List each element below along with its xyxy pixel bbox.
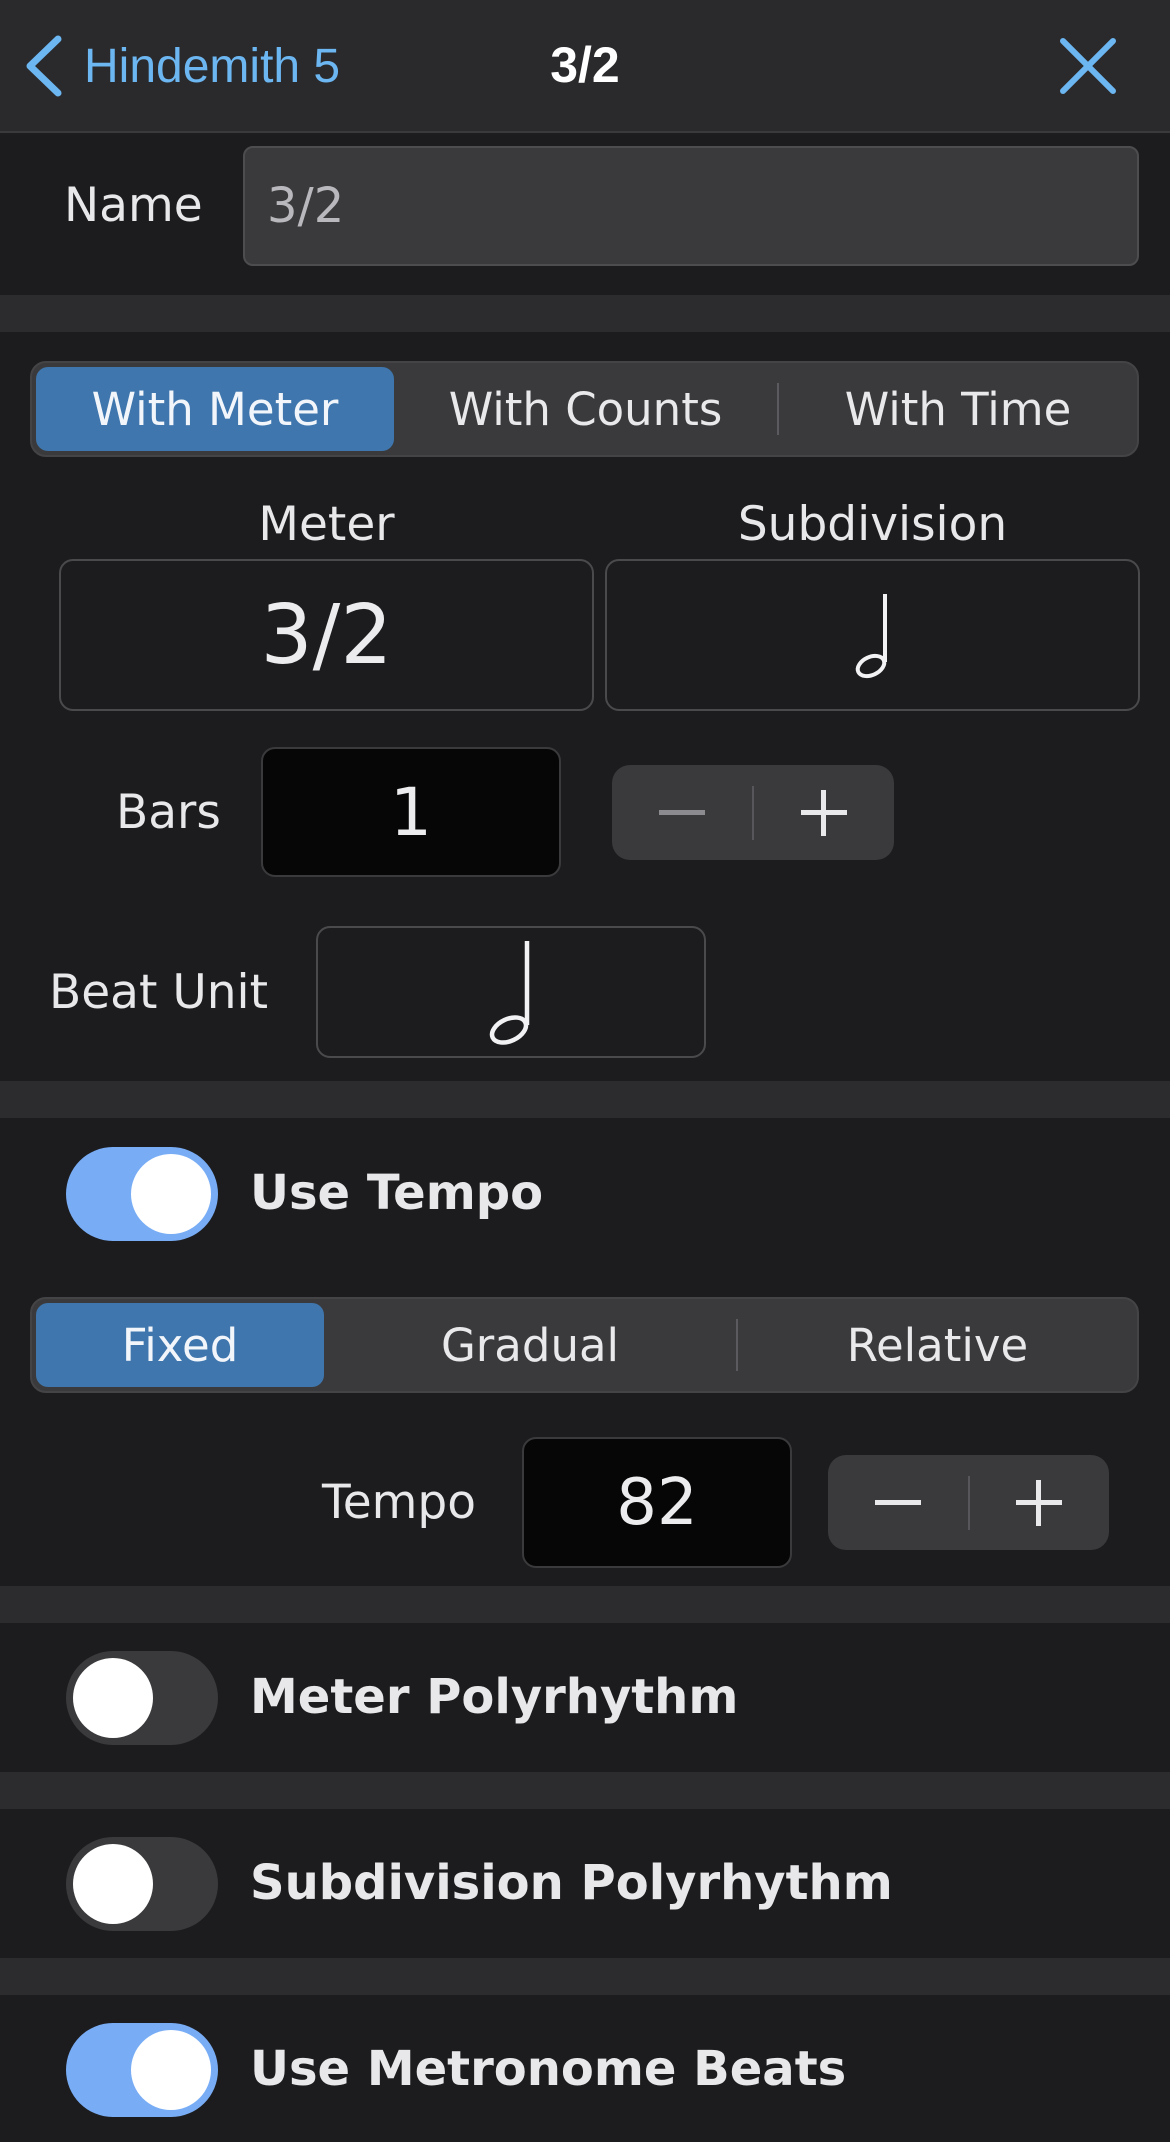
toggle-knob bbox=[131, 1154, 211, 1234]
plus-icon bbox=[1016, 1479, 1063, 1526]
use-metronome-beats-label: Use Metronome Beats bbox=[250, 2041, 847, 2097]
section-divider bbox=[0, 1958, 1170, 1995]
toggle-knob bbox=[73, 1844, 153, 1924]
section-divider bbox=[0, 1081, 1170, 1118]
subdivision-label: Subdivision bbox=[737, 497, 1008, 552]
segment-with-counts[interactable]: With Counts bbox=[394, 363, 777, 455]
bars-stepper bbox=[612, 765, 894, 860]
plus-icon bbox=[801, 789, 847, 836]
tempo-label: Tempo bbox=[322, 1475, 477, 1530]
meter-field[interactable]: 3/2 bbox=[59, 559, 594, 711]
meter-polyrhythm-label: Meter Polyrhythm bbox=[250, 1669, 739, 1725]
section-divider bbox=[0, 295, 1170, 332]
bars-increment-button[interactable] bbox=[754, 765, 894, 860]
half-note-icon bbox=[489, 941, 530, 1045]
tempo-value: 82 bbox=[616, 1465, 698, 1540]
page-title: 3/2 bbox=[0, 36, 1170, 94]
toggle-knob bbox=[73, 1658, 153, 1738]
page-title-text: 3/2 bbox=[550, 37, 620, 93]
tempo-decrement-button[interactable] bbox=[828, 1455, 968, 1550]
minus-icon bbox=[659, 809, 705, 815]
beat-unit-field[interactable] bbox=[316, 926, 706, 1058]
tempo-stepper bbox=[828, 1455, 1109, 1550]
subdivision-polyrhythm-toggle[interactable] bbox=[66, 1837, 218, 1931]
bars-field[interactable]: 1 bbox=[261, 747, 561, 877]
beat-unit-label: Beat Unit bbox=[49, 965, 269, 1020]
meter-label: Meter bbox=[258, 497, 395, 552]
navigation-bar: Hindemith 5 3/2 bbox=[0, 0, 1170, 133]
bars-value: 1 bbox=[390, 773, 432, 851]
meter-polyrhythm-toggle[interactable] bbox=[66, 1651, 218, 1745]
name-input-value: 3/2 bbox=[267, 178, 345, 234]
segment-with-time[interactable]: With Time bbox=[779, 363, 1137, 455]
segment-label: With Time bbox=[844, 382, 1072, 436]
subdivision-field[interactable] bbox=[605, 559, 1140, 711]
segment-fixed[interactable]: Fixed bbox=[36, 1303, 324, 1387]
section-divider bbox=[0, 1586, 1170, 1623]
tempo-mode-segmented-control: Fixed Gradual Relative bbox=[30, 1297, 1139, 1393]
mode-segmented-control: With Meter With Counts With Time bbox=[30, 361, 1139, 457]
name-label: Name bbox=[64, 178, 203, 233]
use-tempo-label: Use Tempo bbox=[250, 1165, 544, 1221]
half-note-icon bbox=[855, 594, 887, 679]
bars-label: Bars bbox=[116, 785, 221, 840]
segment-label: With Counts bbox=[448, 382, 723, 436]
minus-icon bbox=[874, 1499, 921, 1505]
bars-decrement-button[interactable] bbox=[612, 765, 752, 860]
name-input[interactable]: 3/2 bbox=[243, 146, 1139, 266]
tempo-field[interactable]: 82 bbox=[522, 1437, 792, 1568]
tempo-increment-button[interactable] bbox=[970, 1455, 1110, 1550]
segment-relative[interactable]: Relative bbox=[738, 1299, 1137, 1391]
meter-value: 3/2 bbox=[260, 587, 393, 683]
subdivision-polyrhythm-label: Subdivision Polyrhythm bbox=[250, 1855, 893, 1911]
segment-label: With Meter bbox=[91, 382, 339, 436]
segment-gradual[interactable]: Gradual bbox=[324, 1299, 736, 1391]
segment-label: Gradual bbox=[440, 1318, 620, 1372]
close-icon bbox=[1060, 38, 1116, 94]
segment-label: Fixed bbox=[121, 1318, 239, 1372]
close-button[interactable] bbox=[1058, 36, 1118, 96]
segment-label: Relative bbox=[846, 1318, 1029, 1372]
use-metronome-beats-toggle[interactable] bbox=[66, 2023, 218, 2117]
section-divider bbox=[0, 1772, 1170, 1809]
toggle-knob bbox=[131, 2030, 211, 2110]
segment-with-meter[interactable]: With Meter bbox=[36, 367, 394, 451]
use-tempo-toggle[interactable] bbox=[66, 1147, 218, 1241]
